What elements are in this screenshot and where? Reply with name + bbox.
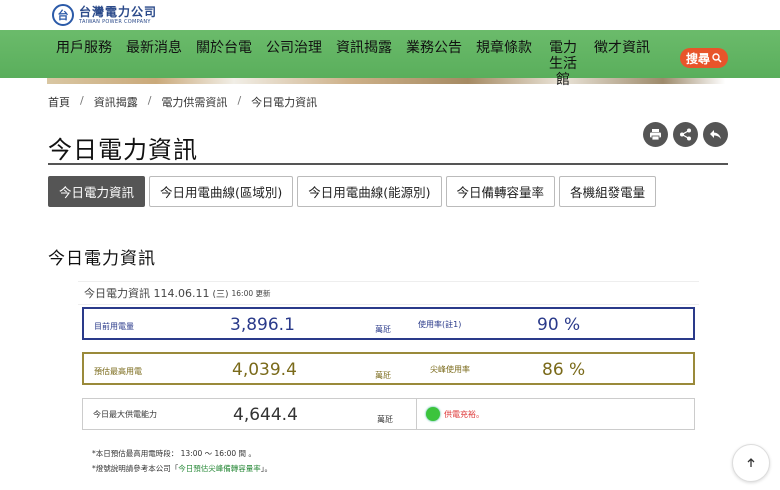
tab-curve-energy[interactable]: 今日用電曲線(能源別) [297,176,442,207]
usage-rate-value: 90 % [537,315,581,335]
breadcrumb-current: 今日電力資訊 [251,96,318,109]
supply-status-text: 供電充裕。 [444,410,484,419]
current-load-row: 目前用電量 3,896.1 萬瓩 使用率(註1) 90 % [82,307,695,340]
current-load-unit: 萬瓩 [375,325,391,334]
breadcrumb-disclosure[interactable]: 資訊揭露 [94,94,138,110]
status-light-icon [426,407,440,421]
tab-today-power[interactable]: 今日電力資訊 [48,176,146,207]
max-supply-unit: 萬瓩 [377,415,393,424]
breadcrumb-home[interactable]: 首頁 [48,94,70,110]
nav-item-news[interactable]: 最新消息 [126,40,182,88]
footnotes: *本日預估最高用電時段： 13:00 ～ 16:00 間 。 *燈號說明請參考本… [92,446,272,476]
breadcrumb-separator: / [237,94,242,107]
title-divider [48,163,728,165]
breadcrumb-supply-demand[interactable]: 電力供需資訊 [161,94,227,110]
max-supply-row: 今日最大供電能力 4,644.4 萬瓩 供電充裕。 [82,398,695,430]
note-light-legend: *燈號說明請參考本公司「今日預估尖峰備轉容量率」。 [92,464,272,473]
peak-load-row: 預估最高用電 4,039.4 萬瓩 尖峰使用率 86 % [82,352,695,385]
print-icon [650,129,661,141]
breadcrumb: 首頁 / 資訊揭露 / 電力供需資訊 / 今日電力資訊 [48,94,317,110]
back-icon [710,130,721,139]
usage-rate-label: 使用率(註1) [418,320,462,329]
logo-chinese: 台灣電力公司 [79,4,158,19]
nav-item-announcements[interactable]: 業務公告 [406,40,462,88]
breadcrumb-separator: / [147,94,152,107]
max-supply-value: 4,644.4 [233,405,298,425]
search-label: 搜尋 [685,51,710,66]
panel-weekday: (三) [212,289,229,300]
magnifier-icon [712,53,722,63]
search-button[interactable]: 搜尋 [680,48,728,68]
nav-item-customer-service[interactable]: 用戶服務 [56,40,112,88]
current-load-value: 3,896.1 [230,315,295,335]
share-button[interactable] [673,122,698,147]
nav-item-power-life[interactable]: 電力生活館 [546,40,580,88]
share-icon [680,128,691,141]
arrow-up-icon [747,458,755,467]
reserve-margin-link[interactable]: 今日預估尖峰備轉容量率 [178,464,261,473]
panel-header: 今日電力資訊 114.06.11 (三) 16:00 更新 [78,281,699,305]
section-title: 今日電力資訊 [48,249,156,269]
note-peak-time: *本日預估最高用電時段： 13:00 ～ 16:00 間 。 [92,449,256,458]
nav-item-regulations[interactable]: 規章條款 [476,40,532,88]
nav-item-careers[interactable]: 徵才資訊 [594,40,650,88]
panel-update-time: 16:00 更新 [231,288,271,298]
peak-usage-value: 86 % [542,360,586,380]
peak-load-label: 預估最高用電 [94,367,142,376]
print-button[interactable] [643,122,668,147]
tab-reserve-margin[interactable]: 今日備轉容量率 [445,176,556,207]
peak-load-value: 4,039.4 [232,360,297,380]
back-to-top-button[interactable] [732,444,770,482]
tab-unit-generation[interactable]: 各機組發電量 [559,176,657,207]
site-logo[interactable]: 台 台灣電力公司 TAIWAN POWER COMPANY [52,3,157,27]
logo-english: TAIWAN POWER COMPANY [79,18,151,25]
current-load-label: 目前用電量 [94,322,134,331]
panel-date: 今日電力資訊 114.06.11 [84,287,210,300]
peak-load-unit: 萬瓩 [375,371,391,380]
row-divider [416,399,417,429]
page-title: 今日電力資訊 [48,136,198,164]
tab-curve-region[interactable]: 今日用電曲線(區域別) [149,176,294,207]
back-button[interactable] [703,122,728,147]
nav-menu: 用戶服務 最新消息 關於台電 公司治理 資訊揭露 業務公告 規章條款 電力生活館… [56,40,664,88]
max-supply-label: 今日最大供電能力 [93,410,157,419]
tab-bar: 今日電力資訊 今日用電曲線(區域別) 今日用電曲線(能源別) 今日備轉容量率 各… [48,176,660,207]
nav-item-about[interactable]: 關於台電 [196,40,252,88]
nav-item-governance[interactable]: 公司治理 [266,40,322,88]
breadcrumb-separator: / [80,94,84,107]
nav-item-disclosure[interactable]: 資訊揭露 [336,40,392,88]
logo-emblem-icon: 台 [52,4,74,26]
peak-usage-label: 尖峰使用率 [430,365,470,374]
